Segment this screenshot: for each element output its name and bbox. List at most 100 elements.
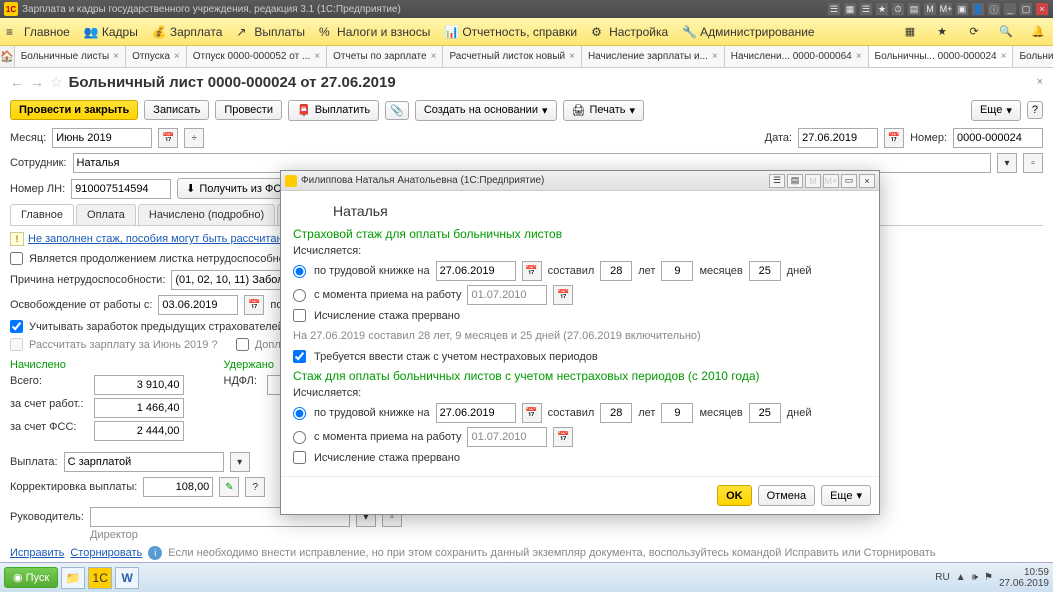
close-icon[interactable]: × xyxy=(314,51,320,62)
employer-input[interactable] xyxy=(94,398,184,418)
taskbar-app-2[interactable]: 1C xyxy=(88,567,112,589)
month-spin-icon[interactable]: ÷ xyxy=(184,128,204,148)
menu-reports[interactable]: 📊Отчетность, справки xyxy=(444,25,577,39)
months-input-2[interactable] xyxy=(661,403,693,423)
print-button[interactable]: 🖨 Печать ▾ xyxy=(563,100,645,121)
tab-salary-reports[interactable]: Отчеты по зарплате× xyxy=(327,46,443,67)
dialog-minimize-icon[interactable]: ▭ xyxy=(841,174,857,188)
fix-link[interactable]: Исправить xyxy=(10,547,64,559)
tray-icon-1[interactable]: ▲ xyxy=(956,572,966,583)
close-icon[interactable]: × xyxy=(431,51,437,62)
icon-toolbar-4[interactable]: ★ xyxy=(875,2,889,16)
menu-taxes[interactable]: %Налоги и взносы xyxy=(319,25,430,39)
radio-from-hire[interactable] xyxy=(293,289,306,302)
favorite-icon[interactable]: ☆ xyxy=(50,74,63,91)
icon-toolbar-5[interactable]: ⏱ xyxy=(891,2,905,16)
icon-toolbar-3[interactable]: ☰ xyxy=(859,2,873,16)
years-input[interactable] xyxy=(600,261,632,281)
more-button[interactable]: Еще ▾ xyxy=(971,100,1021,121)
payout-input[interactable] xyxy=(64,452,224,472)
date-input[interactable] xyxy=(798,128,878,148)
subtab-main[interactable]: Главное xyxy=(10,204,74,225)
release-from-input[interactable] xyxy=(158,295,238,315)
icon-toolbar-9[interactable]: ▣ xyxy=(955,2,969,16)
calendar-icon[interactable]: 📅 xyxy=(244,295,264,315)
book-date-input[interactable] xyxy=(436,261,516,281)
attach-button[interactable]: 📎 xyxy=(385,101,409,120)
info-icon[interactable]: ⓘ xyxy=(987,2,1001,16)
tab-sick-other[interactable]: Больничный лист 0000-...× xyxy=(1013,46,1053,67)
dialog-icon-3[interactable]: M xyxy=(805,174,821,188)
post-button[interactable]: Провести xyxy=(215,100,282,120)
cancel-button[interactable]: Отмена xyxy=(758,485,815,506)
tab-vacation-52[interactable]: Отпуск 0000-000052 от ...× xyxy=(187,46,327,67)
history-icon[interactable]: ⟳ xyxy=(965,23,983,41)
user-icon[interactable]: 👤 xyxy=(971,2,985,16)
employee-open-icon[interactable]: ▫ xyxy=(1023,153,1043,173)
employee-select-icon[interactable]: ▾ xyxy=(997,153,1017,173)
radio-by-book-2[interactable] xyxy=(293,407,306,420)
icon-toolbar-7[interactable]: M xyxy=(923,2,937,16)
write-button[interactable]: Записать xyxy=(144,100,209,120)
radio-by-book[interactable] xyxy=(293,265,306,278)
post-and-close-button[interactable]: Провести и закрыть xyxy=(10,100,138,120)
number-input[interactable] xyxy=(953,128,1043,148)
radio-from-hire-2[interactable] xyxy=(293,431,306,444)
close-icon[interactable]: × xyxy=(712,51,718,62)
tab-vacations[interactable]: Отпуска× xyxy=(126,46,187,67)
tab-accrual[interactable]: Начисление зарплаты и...× xyxy=(582,46,725,67)
month-input[interactable] xyxy=(52,128,152,148)
close-icon[interactable]: × xyxy=(174,51,180,62)
home-tab-icon[interactable]: 🏠 xyxy=(0,46,15,67)
minimize-icon[interactable]: _ xyxy=(1003,2,1017,16)
additional-checkbox[interactable] xyxy=(236,338,249,351)
storno-link[interactable]: Сторнировать xyxy=(70,547,142,559)
nav-fwd-icon[interactable]: → xyxy=(30,74,44,90)
icon-toolbar-2[interactable]: ▦ xyxy=(843,2,857,16)
date-picker-icon[interactable]: 📅 xyxy=(884,128,904,148)
close-icon[interactable]: × xyxy=(856,51,862,62)
page-close-icon[interactable]: × xyxy=(1037,76,1043,88)
bell-icon[interactable]: 🔔 xyxy=(1029,23,1047,41)
close-icon[interactable]: × xyxy=(569,51,575,62)
menu-main[interactable]: ≡Главное xyxy=(6,25,70,39)
close-icon[interactable]: × xyxy=(113,51,119,62)
month-picker-icon[interactable]: 📅 xyxy=(158,128,178,148)
lang-indicator[interactable]: RU xyxy=(935,572,949,583)
menu-settings[interactable]: ⚙Настройка xyxy=(591,25,668,39)
tab-sicklists[interactable]: Больничные листы× xyxy=(15,46,126,67)
years-input-2[interactable] xyxy=(600,403,632,423)
icon-toolbar-8[interactable]: M+ xyxy=(939,2,953,16)
dialog-icon-2[interactable]: ▤ xyxy=(787,174,803,188)
ok-button[interactable]: OK xyxy=(717,485,752,506)
tab-accrual-64[interactable]: Начислени... 0000-000064× xyxy=(725,46,869,67)
search-icon[interactable]: 🔍 xyxy=(997,23,1015,41)
menu-salary[interactable]: 💰Зарплата xyxy=(152,25,223,39)
help-button[interactable]: ? xyxy=(1027,101,1043,119)
pay-button[interactable]: 📮 Выплатить xyxy=(288,100,379,121)
tab-sick-24[interactable]: Больничны... 0000-000024× xyxy=(869,46,1014,67)
start-button[interactable]: ◉ Пуск xyxy=(4,567,58,588)
nav-back-icon[interactable]: ← xyxy=(10,74,24,90)
interrupted-checkbox[interactable] xyxy=(293,309,306,322)
correction-input[interactable] xyxy=(143,477,213,497)
icon-toolbar-1[interactable]: ☰ xyxy=(827,2,841,16)
create-based-button[interactable]: Создать на основании ▾ xyxy=(415,100,557,121)
fss-input[interactable] xyxy=(94,421,184,441)
subtab-payment[interactable]: Оплата xyxy=(76,204,136,225)
tray-icon-3[interactable]: ⚑ xyxy=(984,572,993,583)
menu-staff[interactable]: 👥Кадры xyxy=(84,25,138,39)
taskbar-app-3[interactable]: W xyxy=(115,567,139,589)
help-small-icon[interactable]: ? xyxy=(245,477,265,497)
continuation-checkbox[interactable] xyxy=(10,252,23,265)
days-input[interactable] xyxy=(749,261,781,281)
payout-dropdown-icon[interactable]: ▾ xyxy=(230,452,250,472)
maximize-icon[interactable]: ▢ xyxy=(1019,2,1033,16)
months-input[interactable] xyxy=(661,261,693,281)
calendar-icon[interactable]: 📅 xyxy=(522,403,542,423)
dialog-close-icon[interactable]: × xyxy=(859,174,875,188)
edit-icon[interactable]: ✎ xyxy=(219,477,239,497)
system-clock[interactable]: 10:59 27.06.2019 xyxy=(999,567,1049,589)
subtab-accrued[interactable]: Начислено (подробно) xyxy=(138,204,275,225)
close-icon[interactable]: × xyxy=(1035,2,1049,16)
